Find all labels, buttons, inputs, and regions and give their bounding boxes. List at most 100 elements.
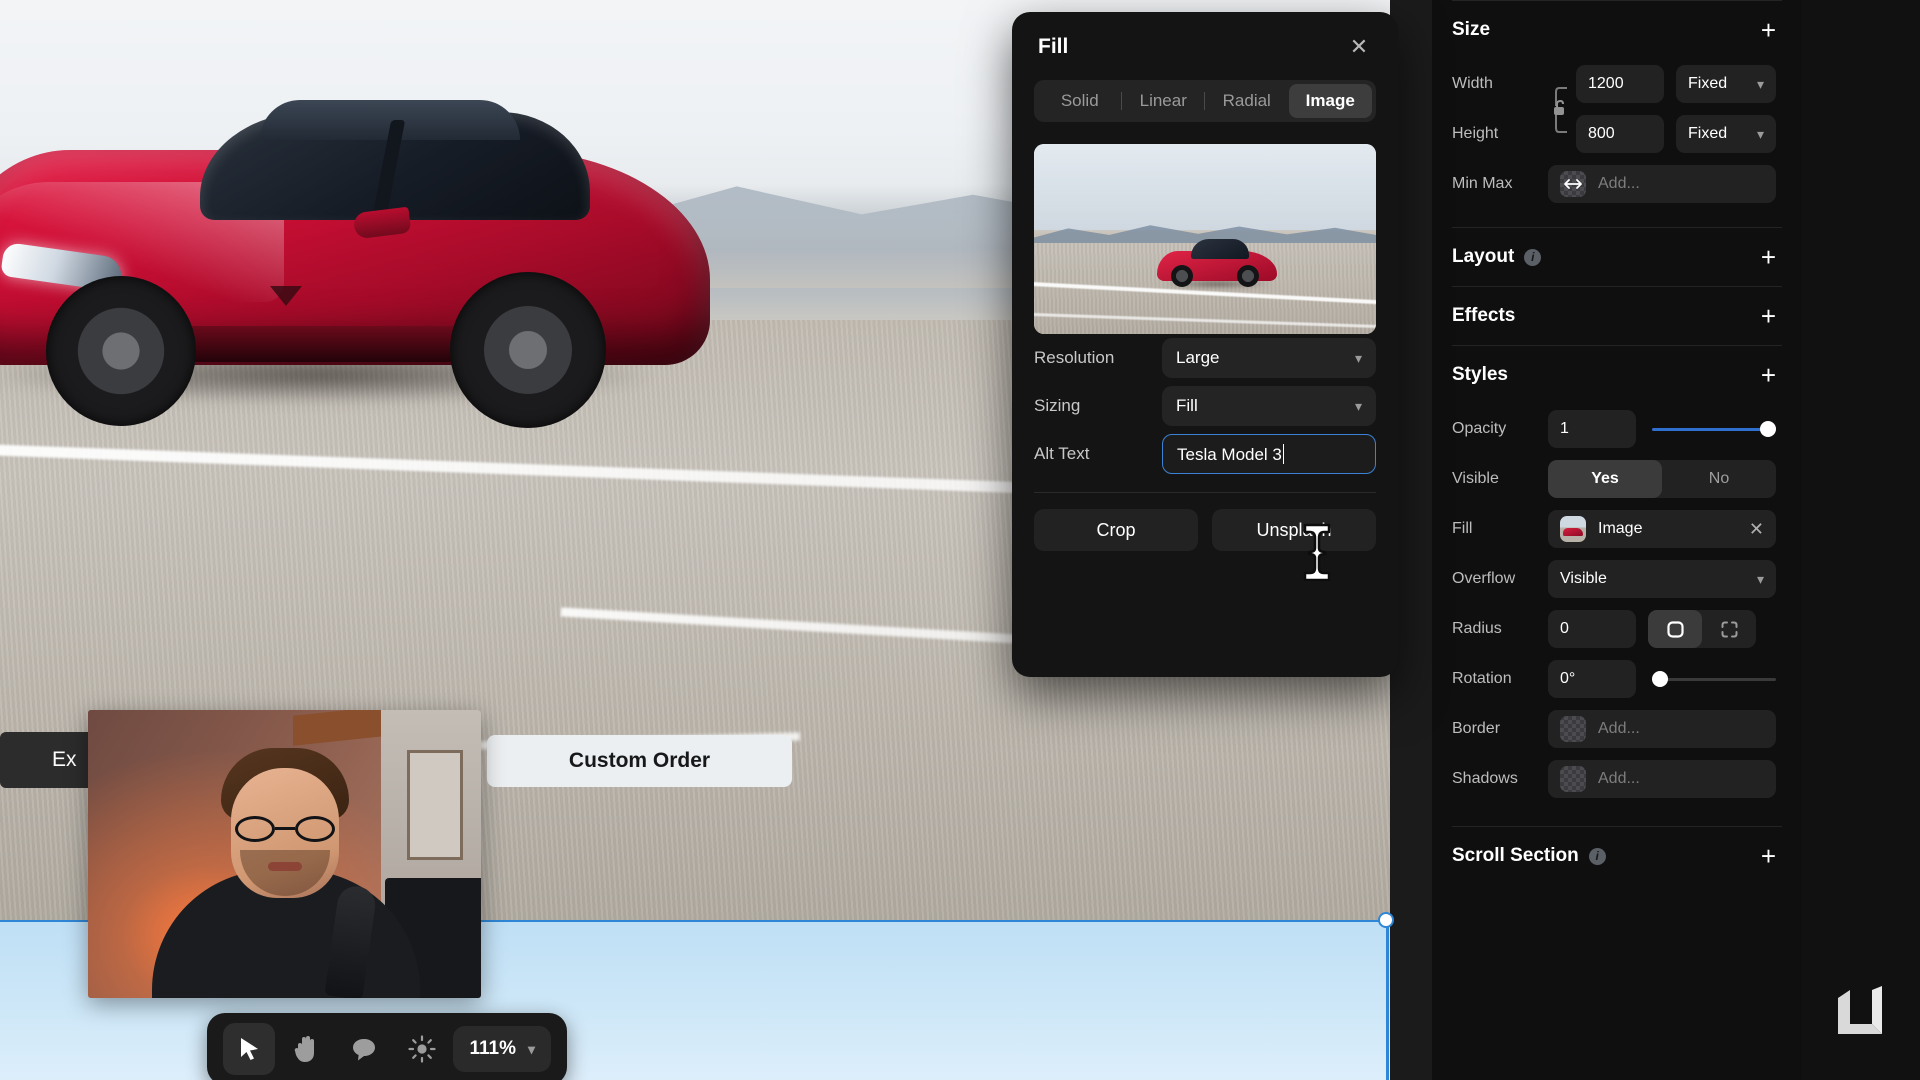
add-layout-button[interactable]: + <box>1761 244 1776 270</box>
sizing-label: Sizing <box>1034 396 1081 415</box>
fill-type-segmented-control: Solid Linear Radial Image <box>1034 80 1376 122</box>
properties-sidebar: Size + Width 1200 Fixed ▾ Height 800 Fix… <box>1432 0 1802 1080</box>
comment-icon[interactable] <box>338 1023 390 1075</box>
selection-handle[interactable] <box>1378 912 1394 928</box>
rotation-value: 0° <box>1560 670 1576 687</box>
corners-icon[interactable] <box>1702 610 1756 648</box>
section-size-title: Size <box>1452 19 1491 40</box>
width-mode-select[interactable]: Fixed ▾ <box>1676 65 1776 103</box>
selection-edge <box>1386 920 1389 1080</box>
cursor-icon[interactable] <box>223 1023 275 1075</box>
opacity-input[interactable]: 1 <box>1548 410 1636 448</box>
fill-popover-title: Fill <box>1038 35 1069 58</box>
crop-button[interactable]: Crop <box>1034 509 1198 551</box>
alt-text-value: Tesla Model 3 <box>1177 444 1282 464</box>
radius-label: Radius <box>1452 620 1502 637</box>
visible-row: Visible Yes No <box>1432 454 1802 504</box>
image-thumbnail-icon <box>1560 516 1586 542</box>
add-styles-button[interactable]: + <box>1761 362 1776 388</box>
visible-no-option[interactable]: No <box>1662 460 1776 498</box>
height-mode-value: Fixed <box>1688 125 1728 142</box>
alt-text-input[interactable]: Tesla Model 3 <box>1162 434 1376 474</box>
divider <box>1034 492 1376 493</box>
rotation-slider[interactable] <box>1652 660 1776 698</box>
shadows-label: Shadows <box>1452 770 1518 787</box>
radius-value: 0 <box>1560 620 1569 637</box>
canvas-toolbar: 111% ▾ <box>207 1013 567 1080</box>
height-label: Height <box>1452 125 1499 142</box>
add-scroll-section-button[interactable]: + <box>1761 843 1776 869</box>
resolution-select[interactable]: Large ▾ <box>1162 338 1376 378</box>
zoom-level-value: 111% <box>469 1038 516 1059</box>
width-label: Width <box>1452 75 1493 92</box>
shadows-row: Shadows Add... <box>1432 754 1802 804</box>
visible-yes-option[interactable]: Yes <box>1548 460 1662 498</box>
close-icon[interactable]: ✕ <box>1749 519 1764 540</box>
link-dimensions-icon[interactable] <box>1553 84 1571 136</box>
minmax-placeholder: Add... <box>1598 175 1640 192</box>
section-layout-header[interactable]: Layout i + <box>1432 228 1802 286</box>
chevron-down-icon: ▾ <box>1756 125 1764 142</box>
fill-value-field[interactable]: Image ✕ <box>1548 510 1776 548</box>
fill-tab-linear[interactable]: Linear <box>1120 84 1206 118</box>
sizing-select[interactable]: Fill ▾ <box>1162 386 1376 426</box>
height-row: Height 800 Fixed ▾ <box>1432 109 1802 159</box>
border-row: Border Add... <box>1432 704 1802 754</box>
overflow-label: Overflow <box>1452 570 1516 587</box>
close-icon[interactable]: ✕ <box>1346 34 1372 60</box>
brightness-icon[interactable] <box>396 1023 448 1075</box>
zoom-control[interactable]: 111% ▾ <box>453 1026 551 1072</box>
height-value: 800 <box>1588 125 1615 142</box>
fill-row: Fill Image ✕ <box>1432 504 1802 554</box>
overflow-select[interactable]: Visible ▾ <box>1548 560 1776 598</box>
fill-tab-image[interactable]: Image <box>1288 84 1372 118</box>
width-mode-value: Fixed <box>1688 75 1728 92</box>
unsplash-button[interactable]: Unsplash <box>1212 509 1376 551</box>
width-row: Width 1200 Fixed ▾ <box>1432 59 1802 133</box>
opacity-row: Opacity 1 <box>1432 404 1802 454</box>
fill-popover: Fill ✕ Solid Linear Radial Image Resolut… <box>1012 12 1398 677</box>
alt-text-label: Alt Text <box>1034 444 1090 463</box>
shadows-placeholder: Add... <box>1598 770 1640 787</box>
radius-mode-group <box>1648 610 1756 648</box>
info-icon[interactable]: i <box>1588 847 1606 865</box>
rotation-input[interactable]: 0° <box>1548 660 1636 698</box>
border-add-field[interactable]: Add... <box>1548 710 1776 748</box>
resolution-row: Resolution Large ▾ <box>1034 334 1376 382</box>
fill-tab-radial[interactable]: Radial <box>1204 84 1289 118</box>
overflow-row: Overflow Visible ▾ <box>1432 554 1802 604</box>
custom-order-button[interactable]: Custom Order <box>487 735 792 787</box>
hand-icon[interactable] <box>281 1023 333 1075</box>
radius-input[interactable]: 0 <box>1548 610 1636 648</box>
alt-text-row: Alt Text Tesla Model 3 <box>1034 430 1376 478</box>
image-preview[interactable] <box>1034 144 1376 334</box>
minmax-label: Min Max <box>1452 175 1513 192</box>
resolution-label: Resolution <box>1034 348 1115 367</box>
shadows-add-field[interactable]: Add... <box>1548 760 1776 798</box>
fill-popover-header: Fill ✕ <box>1012 12 1398 60</box>
opacity-value: 1 <box>1560 420 1569 437</box>
border-placeholder: Add... <box>1598 720 1640 737</box>
color-swatch-icon <box>1560 766 1586 792</box>
add-effects-button[interactable]: + <box>1761 303 1776 329</box>
text-caret <box>1282 443 1285 464</box>
height-mode-select[interactable]: Fixed ▾ <box>1676 115 1776 153</box>
color-swatch-icon <box>1560 716 1586 742</box>
chevron-down-icon: ▾ <box>1354 397 1362 414</box>
section-scroll-title: Scroll Section <box>1452 845 1579 866</box>
webcam-overlay <box>88 710 481 998</box>
opacity-slider[interactable] <box>1652 410 1776 448</box>
rounded-square-icon[interactable] <box>1648 610 1702 648</box>
width-input[interactable]: 1200 <box>1576 65 1664 103</box>
fill-tab-solid[interactable]: Solid <box>1038 84 1122 118</box>
min-max-arrows-icon <box>1560 171 1586 197</box>
custom-order-label: Custom Order <box>568 749 711 772</box>
border-label: Border <box>1452 720 1501 737</box>
info-icon[interactable]: i <box>1524 248 1542 266</box>
add-size-button[interactable]: + <box>1761 17 1776 43</box>
section-scroll-header[interactable]: Scroll Section i + <box>1432 827 1802 885</box>
chevron-down-icon: ▾ <box>527 1040 535 1057</box>
section-effects-header[interactable]: Effects + <box>1432 287 1802 345</box>
height-input[interactable]: 800 <box>1576 115 1664 153</box>
minmax-add-field[interactable]: Add... <box>1548 165 1776 203</box>
